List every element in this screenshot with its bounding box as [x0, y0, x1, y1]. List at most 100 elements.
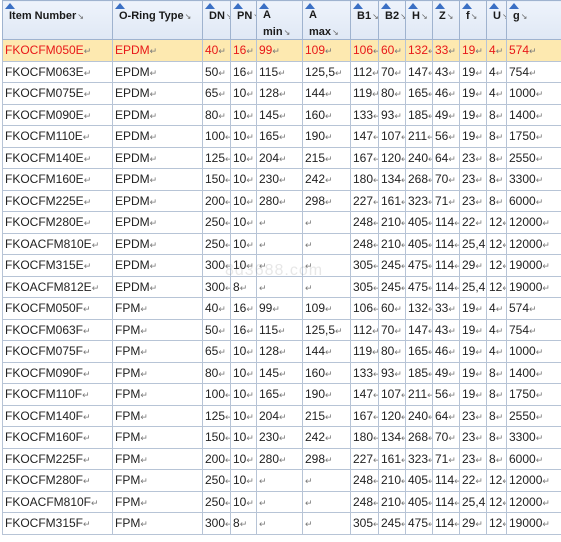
- cell-dn: 80↵: [202, 361, 231, 384]
- column-header-z[interactable]: Z↘: [432, 0, 460, 40]
- table-row[interactable]: FKOCFM050E↵EPDM↵40↵16↵99↵109↵106↵60↵132↵…: [2, 39, 561, 62]
- cell-o-ring-type: FPM↵: [112, 490, 203, 513]
- table-row[interactable]: FKOCFM140F↵FPM↵125↵10↵204↵215↵167↵120↵24…: [2, 404, 561, 427]
- cell-value: FKOCFM110E: [5, 129, 83, 144]
- cell-item-number: FKOCFM140E↵: [2, 146, 113, 169]
- cell-g: 574↵: [506, 39, 561, 62]
- cell-a-min: ↵: [256, 232, 303, 255]
- cell-value: 65: [205, 344, 219, 359]
- column-header-b2[interactable]: B2↘: [378, 0, 406, 40]
- table-row[interactable]: FKOCFM075E↵EPDM↵65↵10↵128↵144↵119↵80↵165…: [2, 82, 561, 105]
- cell-a-min: 99↵: [256, 39, 303, 62]
- return-mark-icon: ↵: [140, 433, 148, 444]
- column-header-o-ring-type[interactable]: O-Ring Type↘: [112, 0, 203, 40]
- column-header-pn[interactable]: PN↘: [230, 0, 257, 40]
- return-mark-icon: ↵: [246, 411, 254, 422]
- table-row[interactable]: FKOCFM225E↵EPDM↵200↵10↵280↵298↵227↵161↵3…: [2, 189, 561, 212]
- return-mark-icon: ↵: [535, 368, 544, 379]
- cell-value: 1400: [509, 365, 536, 380]
- cell-b2: 210↵: [378, 211, 406, 234]
- table-row[interactable]: FKOCFM063F↵FPM↵50↵16↵115↵125,5↵112↵70↵14…: [2, 318, 561, 341]
- return-mark-icon: ↵: [535, 132, 544, 143]
- cell-value: 65: [205, 86, 219, 101]
- table-row[interactable]: FKOCFM280F↵FPM↵250↵10↵↵↵248↵210↵405↵114↵…: [2, 469, 561, 492]
- return-mark-icon: ↵: [305, 218, 313, 229]
- return-mark-icon: ↵: [428, 89, 431, 99]
- cell-dn: 125↵: [202, 146, 231, 169]
- column-header-u[interactable]: U↘: [486, 0, 507, 40]
- return-mark-icon: ↵: [428, 519, 431, 529]
- cell-value: FKOCFM063E: [5, 64, 84, 79]
- cell-value: 250: [205, 236, 226, 251]
- return-mark-icon: ↵: [279, 433, 287, 444]
- column-header-b1[interactable]: B1↘: [350, 0, 379, 40]
- table-row[interactable]: FKOCFM110E↵EPDM↵100↵10↵165↵190↵147↵107↵2…: [2, 125, 561, 148]
- return-mark-icon: ↵: [278, 67, 286, 78]
- column-header-label: f: [466, 10, 470, 22]
- cell-item-number: FKOCFM225F↵: [2, 447, 113, 470]
- table-row[interactable]: FKOCFM075F↵FPM↵65↵10↵128↵144↵119↵80↵165↵…: [2, 340, 561, 363]
- return-mark-icon: ↵: [448, 454, 456, 465]
- table-row[interactable]: FKOCFM315E↵EPDM↵300↵10↵↵↵305↵245↵475↵114…: [2, 254, 561, 277]
- column-header-h[interactable]: H↘: [405, 0, 433, 40]
- cell-value: EPDM: [115, 43, 150, 58]
- column-header-f[interactable]: f↘: [459, 0, 487, 40]
- column-header-item-number[interactable]: Item Number↘: [2, 0, 113, 40]
- return-mark-icon: ↵: [401, 476, 404, 486]
- column-header-label: max: [309, 26, 332, 38]
- cell-f: 29↵: [459, 254, 487, 277]
- cell-value: 268: [408, 430, 429, 445]
- table-row[interactable]: FKOCFM090E↵EPDM↵80↵10↵145↵160↵133↵93↵185…: [2, 103, 561, 126]
- return-mark-icon: ↵: [83, 325, 91, 336]
- table-row[interactable]: FKOCFM050F↵FPM↵40↵16↵99↵109↵106↵60↵132↵3…: [2, 297, 561, 320]
- cell-f: 19↵: [459, 103, 487, 126]
- column-header-g[interactable]: g↘: [506, 0, 561, 40]
- sort-triangle-icon: [435, 3, 445, 9]
- column-header-dn[interactable]: DN↘: [202, 0, 231, 40]
- return-mark-icon: ↵: [83, 519, 91, 530]
- return-mark-icon: ↵: [218, 304, 226, 315]
- column-header-a-max[interactable]: Amax↘: [302, 0, 351, 40]
- cell-h: 211↵: [405, 125, 433, 148]
- table-row[interactable]: FKOCFM160F↵FPM↵150↵10↵230↵242↵180↵134↵26…: [2, 426, 561, 449]
- cell-value: 16: [233, 64, 247, 79]
- cell-dn: 50↵: [202, 60, 231, 83]
- table-row[interactable]: FKOCFM160E↵EPDM↵150↵10↵230↵242↵180↵134↵2…: [2, 168, 561, 191]
- cell-value: 125: [205, 150, 226, 165]
- table-row[interactable]: FKOCFM090F↵FPM↵80↵10↵145↵160↵133↵93↵185↵…: [2, 361, 561, 384]
- cell-value: FPM: [115, 408, 141, 423]
- cell-pn: 10↵: [230, 490, 257, 513]
- cell-u: 8↵: [486, 189, 507, 212]
- cell-a-min: 145↵: [256, 103, 303, 126]
- table-row[interactable]: FKOCFM063E↵EPDM↵50↵16↵115↵125,5↵112↵70↵1…: [2, 60, 561, 83]
- cell-b2: 70↵: [378, 318, 406, 341]
- table-row[interactable]: FKOCFM140E↵EPDM↵125↵10↵204↵215↵167↵120↵2…: [2, 146, 561, 169]
- cell-h: 185↵: [405, 361, 433, 384]
- cell-value: 248: [353, 473, 374, 488]
- return-mark-icon: ↵: [246, 196, 254, 207]
- table-row[interactable]: FKOCFM110F↵FPM↵100↵10↵165↵190↵147↵107↵21…: [2, 383, 561, 406]
- cell-a-min: ↵: [256, 490, 303, 513]
- cell-a-min: 204↵: [256, 404, 303, 427]
- return-mark-icon: ↵: [454, 240, 458, 250]
- return-mark-icon: ↵: [140, 411, 148, 422]
- cell-value: FPM: [115, 301, 141, 316]
- return-mark-icon: ↵: [225, 433, 229, 443]
- table-row[interactable]: FKOCFM315F↵FPM↵300↵8↵↵↵305↵245↵475↵114↵2…: [2, 512, 561, 535]
- cell-value: FKOCFM315F: [5, 516, 84, 531]
- table-row[interactable]: FKOCFM225F↵FPM↵200↵10↵280↵298↵227↵161↵32…: [2, 447, 561, 470]
- cell-value: 23: [462, 172, 476, 187]
- cell-value: 132: [408, 43, 429, 58]
- table-row[interactable]: FKOCFM280E↵EPDM↵250↵10↵↵↵248↵210↵405↵114…: [2, 211, 561, 234]
- column-header-a-min[interactable]: Amin↘: [256, 0, 303, 40]
- return-mark-icon: ↵: [246, 110, 254, 121]
- table-row[interactable]: FKOACFM812E↵EPDM↵300↵8↵↵↵305↵245↵475↵114…: [2, 275, 561, 298]
- cell-value: 49: [435, 107, 449, 122]
- cell-item-number: FKOCFM075E↵: [2, 82, 113, 105]
- cell-value: 144: [305, 86, 326, 101]
- cell-b1: 106↵: [350, 297, 379, 320]
- cell-u: 4↵: [486, 39, 507, 62]
- table-row[interactable]: FKOACFM810F↵FPM↵250↵10↵↵↵248↵210↵405↵114…: [2, 490, 561, 513]
- cell-value: EPDM: [115, 258, 150, 273]
- table-row[interactable]: FKOACFM810E↵EPDM↵250↵10↵↵↵248↵210↵405↵11…: [2, 232, 561, 255]
